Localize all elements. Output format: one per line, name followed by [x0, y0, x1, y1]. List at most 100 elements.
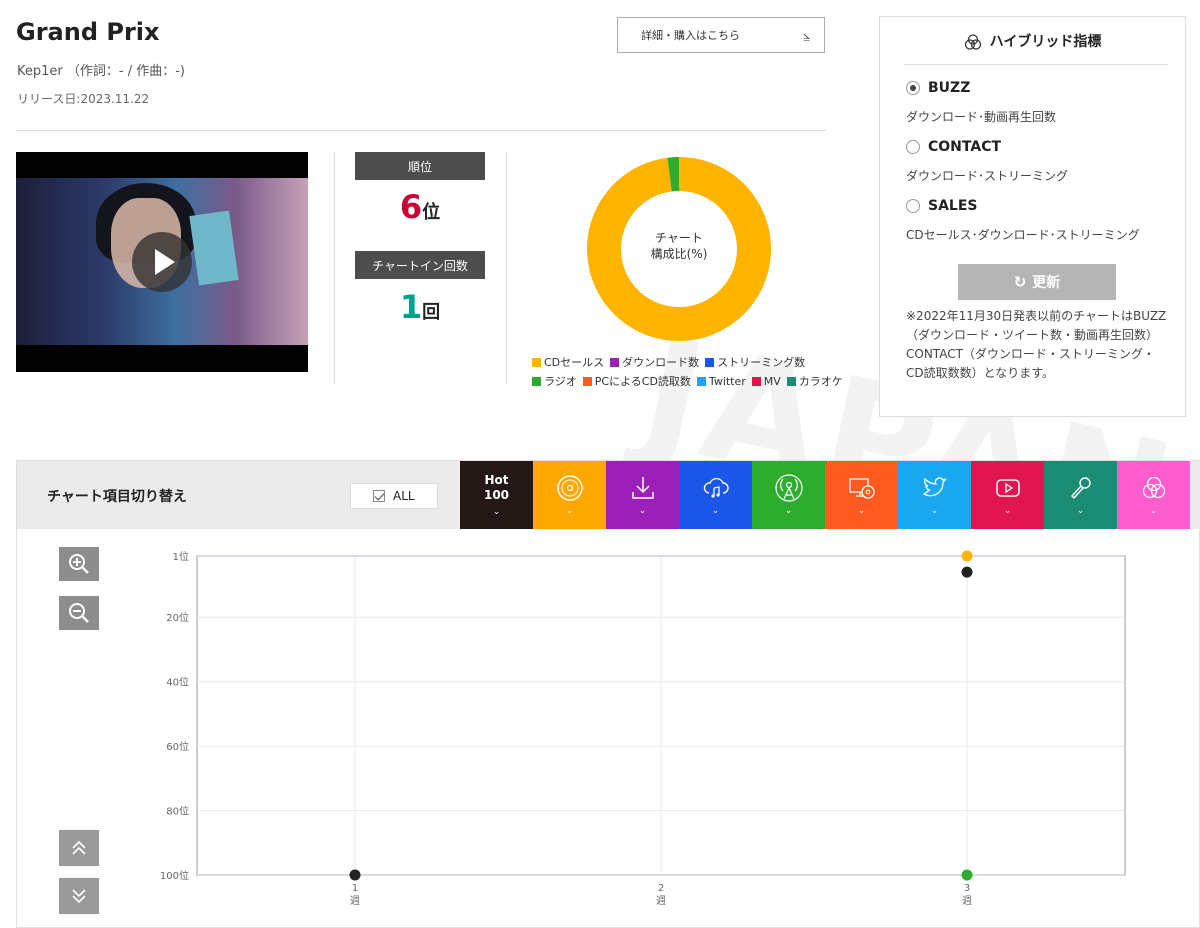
rank-history-chart: 1位20位40位60位80位100位1週2週3週 — [160, 550, 1126, 907]
chevron-down-icon: ⌄ — [857, 506, 866, 516]
hybrid-title-text: ハイブリッド指標 — [989, 34, 1102, 50]
legend-label: ストリーミング数 — [717, 356, 806, 369]
zoom-out-button[interactable] — [59, 596, 99, 630]
legend-item: ストリーミング数 — [705, 353, 805, 372]
y-tick-label: 60位 — [166, 740, 189, 753]
legend-label: MV — [763, 375, 781, 388]
legend-item: カラオケ — [786, 372, 843, 391]
tab-streaming[interactable]: ⌄ — [679, 461, 752, 529]
streaming-icon — [703, 477, 729, 498]
x-tick-number: 2 — [658, 883, 664, 894]
cd-icon — [556, 475, 583, 501]
detail-purchase-button[interactable]: 詳細・購入はこちら ⦥ — [617, 17, 825, 53]
chartin-unit: 回 — [422, 302, 441, 323]
chevron-down-icon: ⌄ — [565, 506, 574, 516]
legend-row: CDセールス ダウンロード数 ストリーミング数 — [532, 353, 852, 372]
scroll-down-button[interactable] — [59, 878, 99, 914]
tab-mv[interactable]: ⌄ — [971, 461, 1044, 529]
chevron-down-icon: ⌄ — [711, 506, 720, 516]
scroll-up-button[interactable] — [59, 830, 99, 866]
legend-label: Twitter — [708, 375, 746, 388]
legend-swatch — [532, 358, 541, 367]
radio-sales[interactable]: SALES — [906, 198, 978, 214]
divider — [16, 130, 826, 131]
tab-cd-sales[interactable]: ⌄ — [533, 461, 606, 529]
zoom-in-button[interactable] — [59, 547, 99, 581]
legend-row: ラジオ PCによるCD読取数 Twitter MV カラオケ — [532, 372, 852, 391]
rank-unit: 位 — [422, 202, 441, 223]
checkbox-checked-icon[interactable] — [373, 490, 385, 502]
radio-selected-icon[interactable] — [906, 81, 920, 95]
data-point[interactable] — [961, 550, 973, 562]
donut-center-line2: 構成比(%) — [650, 247, 708, 261]
legend-label: ラジオ — [544, 375, 577, 388]
twitter-icon — [922, 477, 946, 497]
y-tick-label: 1位 — [173, 550, 189, 563]
chart-toolbar: チャート項目切り替え ALL Hot 100 ⌄ ⌄ ⌄ ⌄ ⌄ ⌄ ⌄ ⌄ ⌄… — [17, 461, 1200, 529]
hybrid-indicator-panel: ハイブリッド指標 BUZZ ダウンロード･動画再生回数 CONTACT ダウンロ… — [879, 16, 1186, 417]
x-tick-number: 3 — [964, 883, 970, 894]
radio-buzz-label: BUZZ — [928, 80, 971, 96]
legend-swatch — [705, 358, 715, 367]
chevron-down-icon: ⌄ — [1003, 506, 1012, 516]
tab-karaoke[interactable]: ⌄ — [1044, 461, 1117, 529]
data-point[interactable] — [349, 869, 361, 881]
detail-purchase-label: 詳細・購入はこちら — [641, 29, 740, 42]
y-tick-label: 40位 — [166, 676, 189, 689]
zoom-in-icon — [69, 554, 89, 574]
tab-twitter[interactable]: ⌄ — [898, 461, 971, 529]
hybrid-title: ハイブリッド指標 — [880, 31, 1185, 51]
legend-item: Twitter — [696, 372, 746, 391]
data-point[interactable] — [961, 566, 973, 578]
play-icon[interactable] — [132, 232, 192, 292]
radio-buzz[interactable]: BUZZ — [906, 80, 970, 96]
radio-icon — [774, 474, 803, 502]
radio-unselected-icon[interactable] — [906, 140, 920, 154]
radio-unselected-icon[interactable] — [906, 199, 920, 213]
chartin-number: 1 — [399, 288, 423, 326]
legend-label: カラオケ — [798, 375, 843, 388]
divider — [334, 152, 335, 384]
divider — [506, 152, 507, 384]
radio-sales-label: SALES — [928, 198, 978, 214]
legend-label: ダウンロード数 — [622, 356, 700, 369]
all-checkbox[interactable]: ALL — [350, 483, 438, 509]
donut-center-label: チャート 構成比(%) — [620, 230, 738, 262]
chevron-down-icon: ⌄ — [784, 506, 793, 516]
tab-radio[interactable]: ⌄ — [752, 461, 825, 529]
legend-item: PCによるCD読取数 — [582, 372, 691, 391]
radio-contact-label: CONTACT — [928, 139, 1002, 155]
data-point[interactable] — [961, 869, 973, 881]
tab-hot100[interactable]: Hot 100 ⌄ — [460, 461, 533, 529]
arrow-icon: ⦥ — [803, 28, 810, 42]
x-tick-unit: 週 — [962, 895, 972, 907]
tab-hybrid[interactable]: ⌄ — [1117, 461, 1190, 529]
zoom-out-icon — [69, 603, 89, 623]
legend-swatch — [751, 377, 761, 386]
donut-legend: CDセールス ダウンロード数 ストリーミング数 ラジオ PCによるCD読取数 Twitt… — [532, 353, 852, 391]
tab-download[interactable]: ⌄ — [606, 461, 679, 529]
legend-item: ダウンロード数 — [610, 353, 699, 372]
hybrid-icon — [1142, 476, 1165, 499]
radio-contact-desc: ダウンロード･ストリーミング — [906, 169, 1069, 183]
tab-pc-cd-read[interactable]: ⌄ — [825, 461, 898, 529]
x-tick-unit: 週 — [656, 895, 666, 907]
legend-swatch — [696, 377, 706, 386]
legend-swatch — [532, 377, 541, 386]
rank-value: 6位 — [355, 188, 485, 226]
release-date: リリース日:2023.11.22 — [17, 92, 150, 106]
update-label: 更新 — [1032, 275, 1061, 291]
video-thumbnail[interactable] — [16, 152, 308, 372]
radio-buzz-desc: ダウンロード･動画再生回数 — [906, 110, 1057, 124]
x-tick-unit: 週 — [350, 895, 360, 907]
chart-toolbar-title: チャート項目切り替え — [47, 489, 187, 505]
chevron-down-icon: ⌄ — [930, 506, 939, 516]
hybrid-note: ※2022年11月30日発表以前のチャートはBUZZ（ダウンロード・ツイート数・… — [906, 309, 1167, 380]
update-button[interactable]: ↻ 更新 — [958, 264, 1116, 300]
radio-contact[interactable]: CONTACT — [906, 139, 1001, 155]
x-tick-number: 1 — [352, 883, 358, 894]
donut-center-line1: チャート — [655, 231, 703, 245]
legend-item: ラジオ — [532, 372, 577, 391]
tab-hot100-text1: Hot — [484, 473, 509, 487]
y-tick-label: 100位 — [160, 869, 189, 882]
